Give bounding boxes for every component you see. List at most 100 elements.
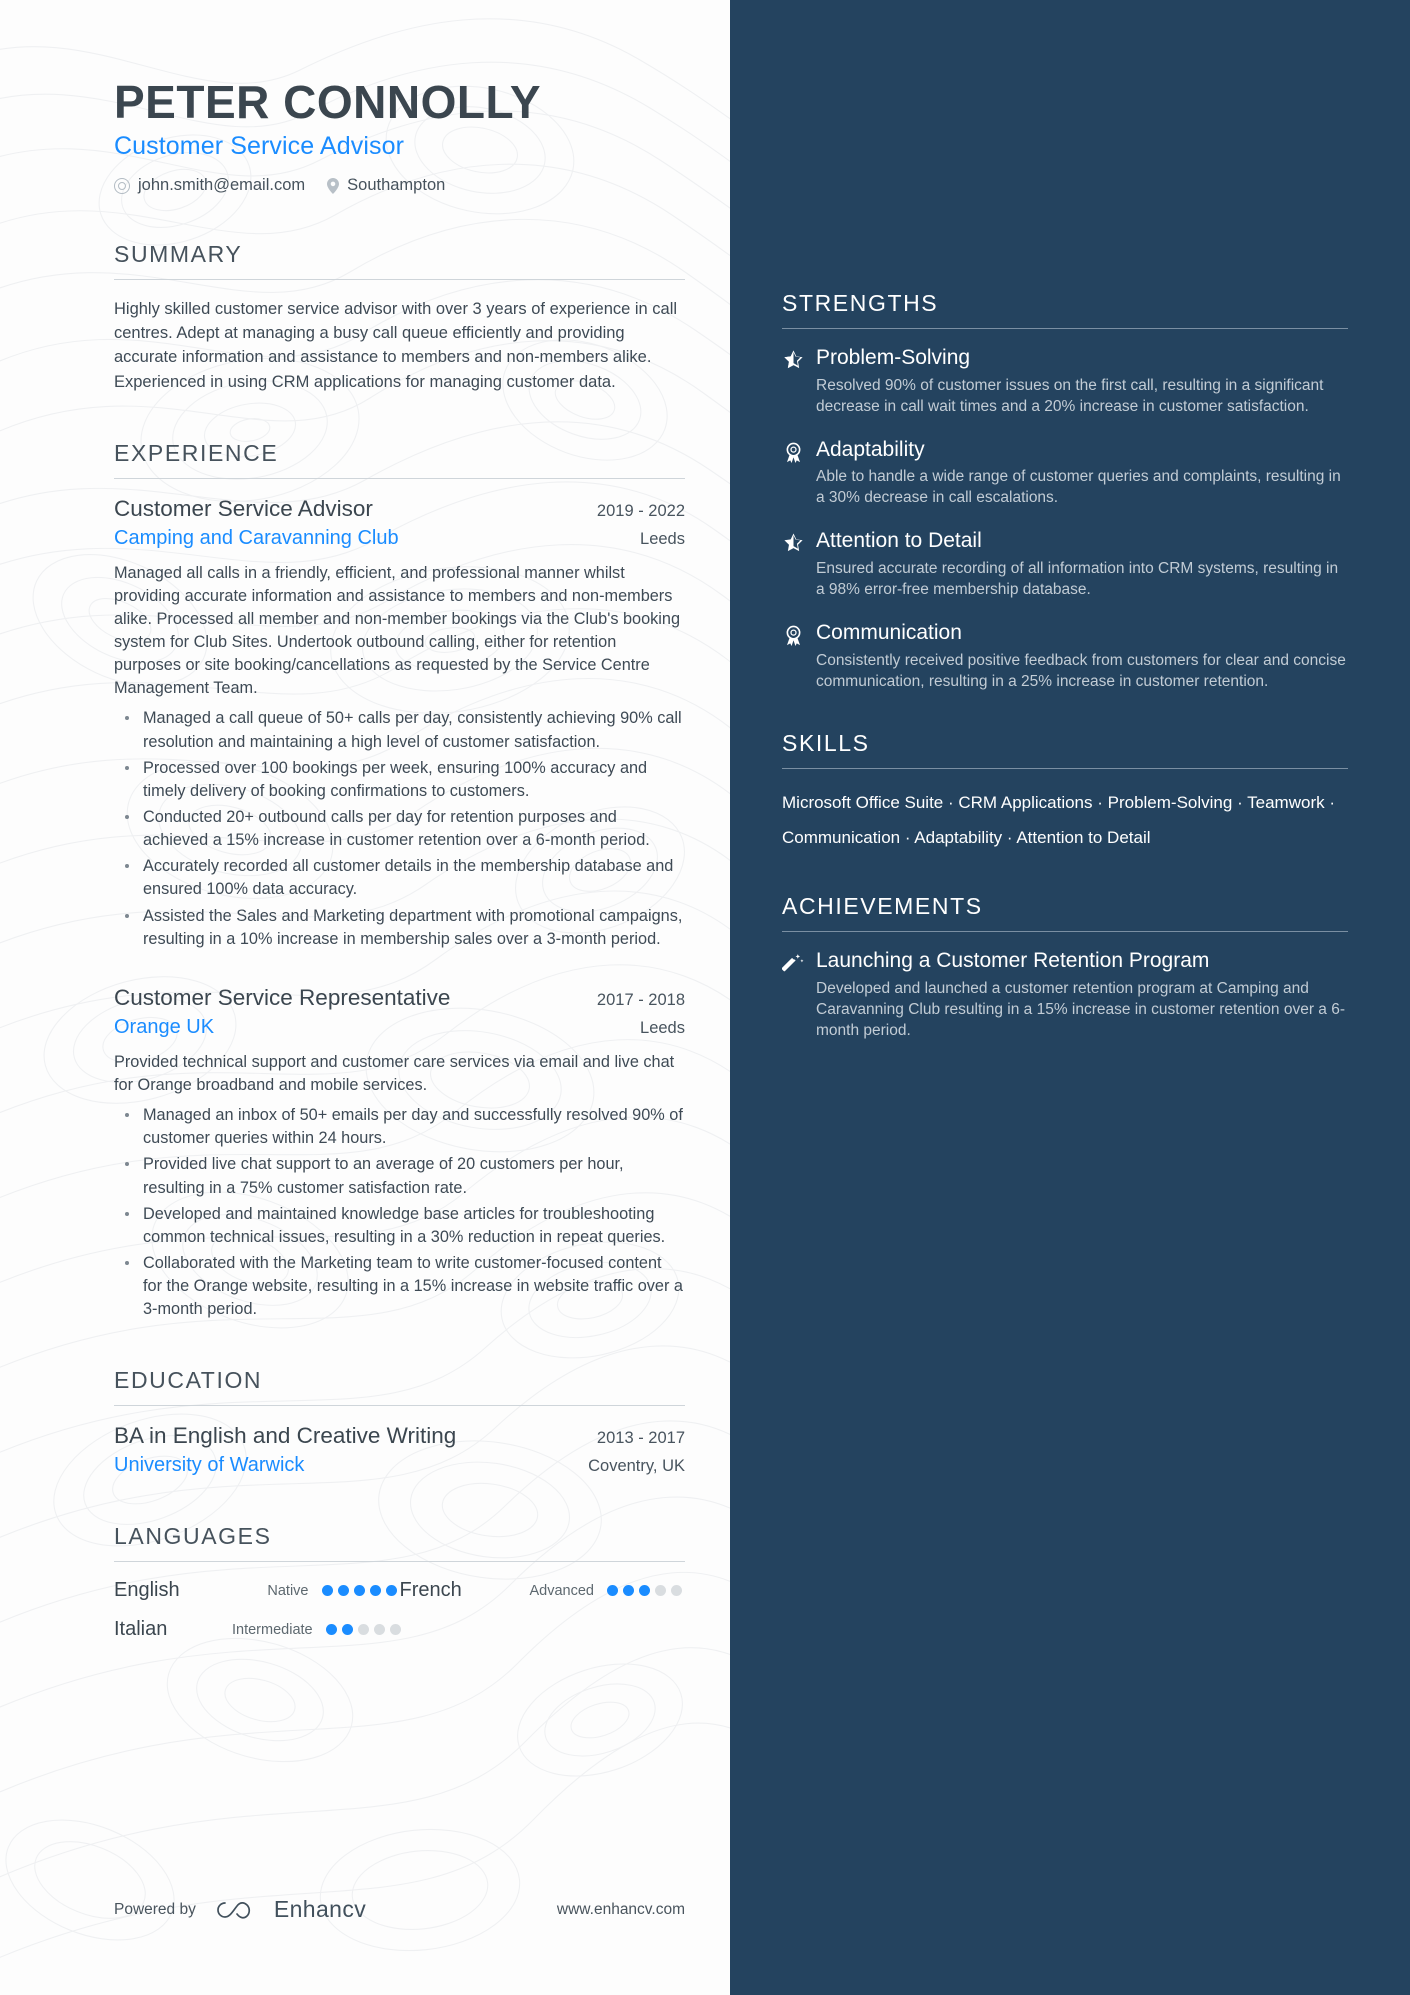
education-school[interactable]: University of Warwick xyxy=(114,1454,304,1477)
section-achievements: ACHIEVEMENTS Launching a Customer Retent… xyxy=(781,893,1348,1042)
right-sidebar: STRENGTHS Problem-Solving Resolved 90% o… xyxy=(730,0,1410,1995)
summary-text: Highly skilled customer service advisor … xyxy=(114,300,678,391)
experience-entry: Customer Service Representative 2017 - 2… xyxy=(114,985,685,1322)
job-location: Leeds xyxy=(640,1018,685,1037)
strength-title: Communication xyxy=(816,620,962,644)
job-role-subtitle: Customer Service Advisor xyxy=(114,132,404,161)
achievement-item: Launching a Customer Retention Program D… xyxy=(781,949,1348,1042)
strength-description: Able to handle a wide range of customer … xyxy=(816,468,1341,507)
strength-item: Problem-Solving Resolved 90% of customer… xyxy=(782,346,1348,418)
section-education: EDUCATION BA in English and Creative Wri… xyxy=(114,1367,685,1477)
list-item: Assisted the Sales and Marketing departm… xyxy=(118,905,685,951)
map-pin-icon xyxy=(327,177,340,194)
education-entry: BA in English and Creative Writing 2013 … xyxy=(114,1423,685,1477)
experience-heading: EXPERIENCE xyxy=(114,440,685,479)
language-item: Italian Intermediate xyxy=(114,1618,401,1641)
section-summary: SUMMARY Highly skilled customer service … xyxy=(114,241,685,393)
rating-dot xyxy=(655,1585,666,1597)
rating-dot xyxy=(353,1585,365,1597)
left-column: PETER CONNOLLY Customer Service Advisor … xyxy=(0,0,730,1995)
contact-info: john.smith@email.com Southampton xyxy=(114,176,685,195)
job-description: Managed all calls in a friendly, efficie… xyxy=(114,563,681,698)
rating-dot xyxy=(389,1624,401,1636)
language-rating-dots xyxy=(321,1585,400,1597)
summary-heading: SUMMARY xyxy=(114,241,685,281)
language-rating-dots xyxy=(607,1585,685,1597)
list-item: Accurately recorded all customer details… xyxy=(118,855,685,901)
contact-location: Southampton xyxy=(327,176,445,195)
enhancv-infinity-logo xyxy=(217,1901,250,1919)
strength-title: Problem-Solving xyxy=(816,346,971,369)
strength-title: Adaptability xyxy=(816,437,925,461)
education-degree: BA in English and Creative Writing xyxy=(114,1423,457,1449)
job-company[interactable]: Orange UK xyxy=(114,1016,214,1039)
powered-by-block: Powered by Enhancv xyxy=(114,1896,366,1923)
strength-description: Resolved 90% of customer issues on the f… xyxy=(816,376,1324,415)
list-item: Managed a call queue of 50+ calls per da… xyxy=(118,707,685,753)
rating-dot xyxy=(639,1585,650,1597)
award-ribbon-icon xyxy=(782,621,816,693)
contact-email-text: john.smith@email.com xyxy=(138,176,306,195)
award-ribbon-icon xyxy=(782,438,816,510)
website-url[interactable]: www.enhancv.com xyxy=(557,1901,685,1919)
language-level: Native xyxy=(267,1582,309,1599)
achievements-heading: ACHIEVEMENTS xyxy=(782,893,1348,933)
languages-list: English Native French Advanced Italian I… xyxy=(114,1579,685,1657)
shooting-star-icon xyxy=(782,346,816,418)
skills-heading: SKILLS xyxy=(782,730,1348,770)
list-item: Collaborated with the Marketing team to … xyxy=(118,1252,685,1321)
footer: Powered by Enhancv www.enhancv.com xyxy=(114,1896,685,1923)
contact-email[interactable]: john.smith@email.com xyxy=(114,176,305,195)
job-bullet-list: Managed a call queue of 50+ calls per da… xyxy=(118,707,685,950)
rating-dot xyxy=(607,1585,618,1597)
powered-by-label: Powered by xyxy=(114,1900,196,1918)
language-level: Advanced xyxy=(529,1582,595,1599)
language-level: Intermediate xyxy=(232,1621,313,1638)
strength-description: Ensured accurate recording of all inform… xyxy=(816,559,1339,598)
resume-page: PETER CONNOLLY Customer Service Advisor … xyxy=(0,0,1410,1995)
strength-item: Attention to Detail Ensured accurate rec… xyxy=(782,529,1348,601)
list-item: Processed over 100 bookings per week, en… xyxy=(118,757,685,803)
at-icon xyxy=(114,177,130,194)
language-name: English xyxy=(114,1579,180,1602)
language-rating-dots xyxy=(325,1624,404,1636)
page-title: PETER CONNOLLY xyxy=(114,76,542,128)
language-name: French xyxy=(399,1579,462,1602)
brand-name: Enhancv xyxy=(273,1896,367,1922)
list-item: Provided live chat support to an average… xyxy=(118,1153,685,1199)
list-item: Managed an inbox of 50+ emails per day a… xyxy=(118,1104,685,1150)
job-location: Leeds xyxy=(640,529,685,548)
education-location: Coventry, UK xyxy=(588,1457,685,1476)
strength-item: Communication Consistently received posi… xyxy=(782,621,1348,693)
rating-dot xyxy=(325,1624,337,1636)
section-languages: LANGUAGES English Native French Advanced… xyxy=(114,1523,685,1657)
language-item: English Native xyxy=(114,1579,400,1602)
experience-entry: Customer Service Advisor 2019 - 2022 Cam… xyxy=(114,496,685,951)
achievement-description: Developed and launched a customer retent… xyxy=(816,979,1346,1039)
rating-dot xyxy=(623,1585,634,1597)
job-date: 2019 - 2022 xyxy=(596,501,685,520)
list-item: Developed and maintained knowledge base … xyxy=(118,1203,685,1249)
rating-dot xyxy=(671,1585,682,1597)
languages-heading: LANGUAGES xyxy=(114,1523,685,1563)
shooting-star-icon xyxy=(782,529,816,601)
section-strengths: STRENGTHS Problem-Solving Resolved 90% o… xyxy=(782,290,1348,692)
job-title: Customer Service Advisor xyxy=(114,495,373,521)
rating-dot xyxy=(385,1585,397,1597)
list-item: Conducted 20+ outbound calls per day for… xyxy=(118,806,685,852)
job-bullet-list: Managed an inbox of 50+ emails per day a… xyxy=(118,1104,685,1321)
job-description: Provided technical support and customer … xyxy=(114,1052,675,1094)
achievement-title: Launching a Customer Retention Program xyxy=(816,949,1210,973)
rating-dot xyxy=(369,1585,381,1597)
magic-wand-icon xyxy=(781,949,816,1042)
job-company[interactable]: Camping and Caravanning Club xyxy=(114,527,399,550)
strength-item: Adaptability Able to handle a wide range… xyxy=(782,438,1348,510)
section-skills: SKILLS Microsoft Office Suite · CRM Appl… xyxy=(782,730,1348,855)
strengths-heading: STRENGTHS xyxy=(782,290,1348,329)
rating-dot xyxy=(341,1624,353,1636)
rating-dot xyxy=(337,1585,349,1597)
skills-list: Microsoft Office Suite · CRM Application… xyxy=(782,793,1335,847)
section-experience: EXPERIENCE Customer Service Advisor 2019… xyxy=(114,440,685,1322)
education-heading: EDUCATION xyxy=(114,1367,685,1407)
job-title: Customer Service Representative xyxy=(114,984,451,1010)
